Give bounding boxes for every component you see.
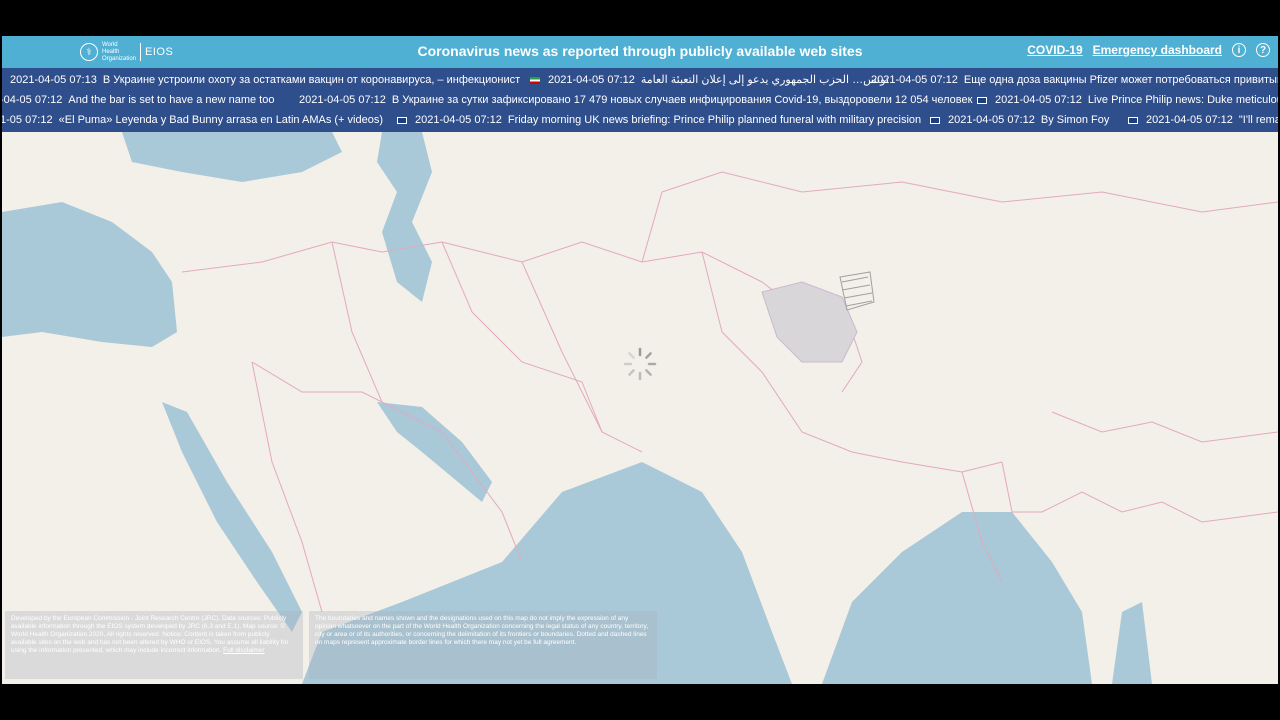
ticker-timestamp: 2021-04-05 07:12 (1146, 114, 1233, 126)
ticker-headline: Live Prince Philip news: Duke meticulous (1087, 94, 1278, 106)
ticker-headline: And the bar is set to have a new name to… (68, 94, 275, 106)
app-frame: ⚕ World Health Organization EIOS Coronav… (2, 36, 1278, 684)
iran-flag-icon (530, 76, 540, 84)
ticker-item[interactable]: 2021-04-05 07:12 В Украине за сутки зафик… (299, 90, 972, 111)
ticker-row: 1-05 07:12 «El Puma» Leyenda y Bad Bunny … (2, 110, 1278, 131)
ticker-timestamp: -04-05 07:12 (2, 94, 63, 106)
ticker-item[interactable]: 2021-04-05 07:12 Friday morning UK news b… (397, 110, 921, 131)
ticker-row: 2021-04-05 07:13 В Украине устроили охоту… (2, 70, 1278, 91)
ticker-item[interactable]: 2021-04-05 07:13 В Украине устроили охоту… (10, 70, 520, 91)
ticker-item[interactable]: 2021-04-05 07:12 "I'll remai (1128, 110, 1278, 131)
uk-flag-icon (930, 116, 940, 124)
ticker-row: -04-05 07:12 And the bar is set to have a… (2, 90, 1278, 111)
emergency-dashboard-link[interactable]: Emergency dashboard (1093, 43, 1222, 57)
ticker-headline: В Украине за сутки зафиксировано 17 479 … (391, 94, 973, 106)
ticker-timestamp: 2021-04-05 07:12 (548, 74, 635, 86)
loading-spinner-icon (623, 347, 657, 381)
news-ticker: 2021-04-05 07:13 В Украине устроили охоту… (2, 68, 1278, 132)
ticker-timestamp: 1-05 07:12 (2, 114, 53, 126)
help-icon[interactable]: ? (1256, 43, 1270, 57)
boundary-disclaimer-text: The boundaries and names shown and the d… (315, 615, 649, 646)
ticker-headline: Еще одна доза вакцины Pfizer может потре… (963, 74, 1278, 86)
ticker-headline: "I'll remai (1238, 114, 1278, 126)
ticker-item[interactable]: 2021-04-05 07:12 Live Prince Philip news:… (977, 90, 1278, 111)
uk-flag-icon (397, 116, 407, 124)
ticker-item[interactable]: 1-05 07:12 «El Puma» Leyenda y Bad Bunny … (2, 110, 383, 131)
ticker-timestamp: 2021-04-05 07:12 (995, 94, 1082, 106)
uk-flag-icon (1128, 116, 1138, 124)
info-icon[interactable]: i (1232, 43, 1246, 57)
header-nav: COVID-19 Emergency dashboard i ? (1027, 43, 1270, 57)
ticker-timestamp: 2021-04-05 07:12 (948, 114, 1035, 126)
header-bar: ⚕ World Health Organization EIOS Coronav… (2, 36, 1278, 68)
boundary-disclaimer-note: The boundaries and names shown and the d… (309, 611, 657, 679)
ticker-headline: Friday morning UK news briefing: Prince … (507, 114, 922, 126)
ticker-item[interactable]: 2021-04-05 07:12 تونس… الحزب الجمهوري يدع… (530, 70, 889, 91)
ticker-timestamp: 2021-04-05 07:12 (415, 114, 502, 126)
covid19-link[interactable]: COVID-19 (1027, 43, 1082, 57)
ticker-timestamp: 2021-04-05 07:13 (10, 74, 97, 86)
ticker-timestamp: 2021-04-05 07:12 (299, 94, 386, 106)
ticker-item[interactable]: 2021-04-05 07:12 Еще одна доза вакцины Pf… (871, 70, 1278, 91)
ticker-timestamp: 2021-04-05 07:12 (871, 74, 958, 86)
attribution-note: Developed by the European Commission - J… (5, 611, 303, 679)
ticker-item[interactable]: -04-05 07:12 And the bar is set to have a… (2, 90, 274, 111)
uk-flag-icon (977, 96, 987, 104)
ticker-headline: By Simon Foy (1040, 114, 1110, 126)
ticker-headline: «El Puma» Leyenda y Bad Bunny arrasa en … (58, 114, 383, 126)
ticker-headline: تونس… الحزب الجمهوري يدعو إلى إعلان التع… (640, 74, 889, 86)
ticker-item[interactable]: 2021-04-05 07:12 By Simon Foy (930, 110, 1109, 131)
world-map[interactable] (2, 132, 1278, 684)
full-disclaimer-link[interactable]: Full disclaimer (223, 647, 265, 654)
ticker-headline: В Украине устроили охоту за остатками ва… (102, 74, 521, 86)
